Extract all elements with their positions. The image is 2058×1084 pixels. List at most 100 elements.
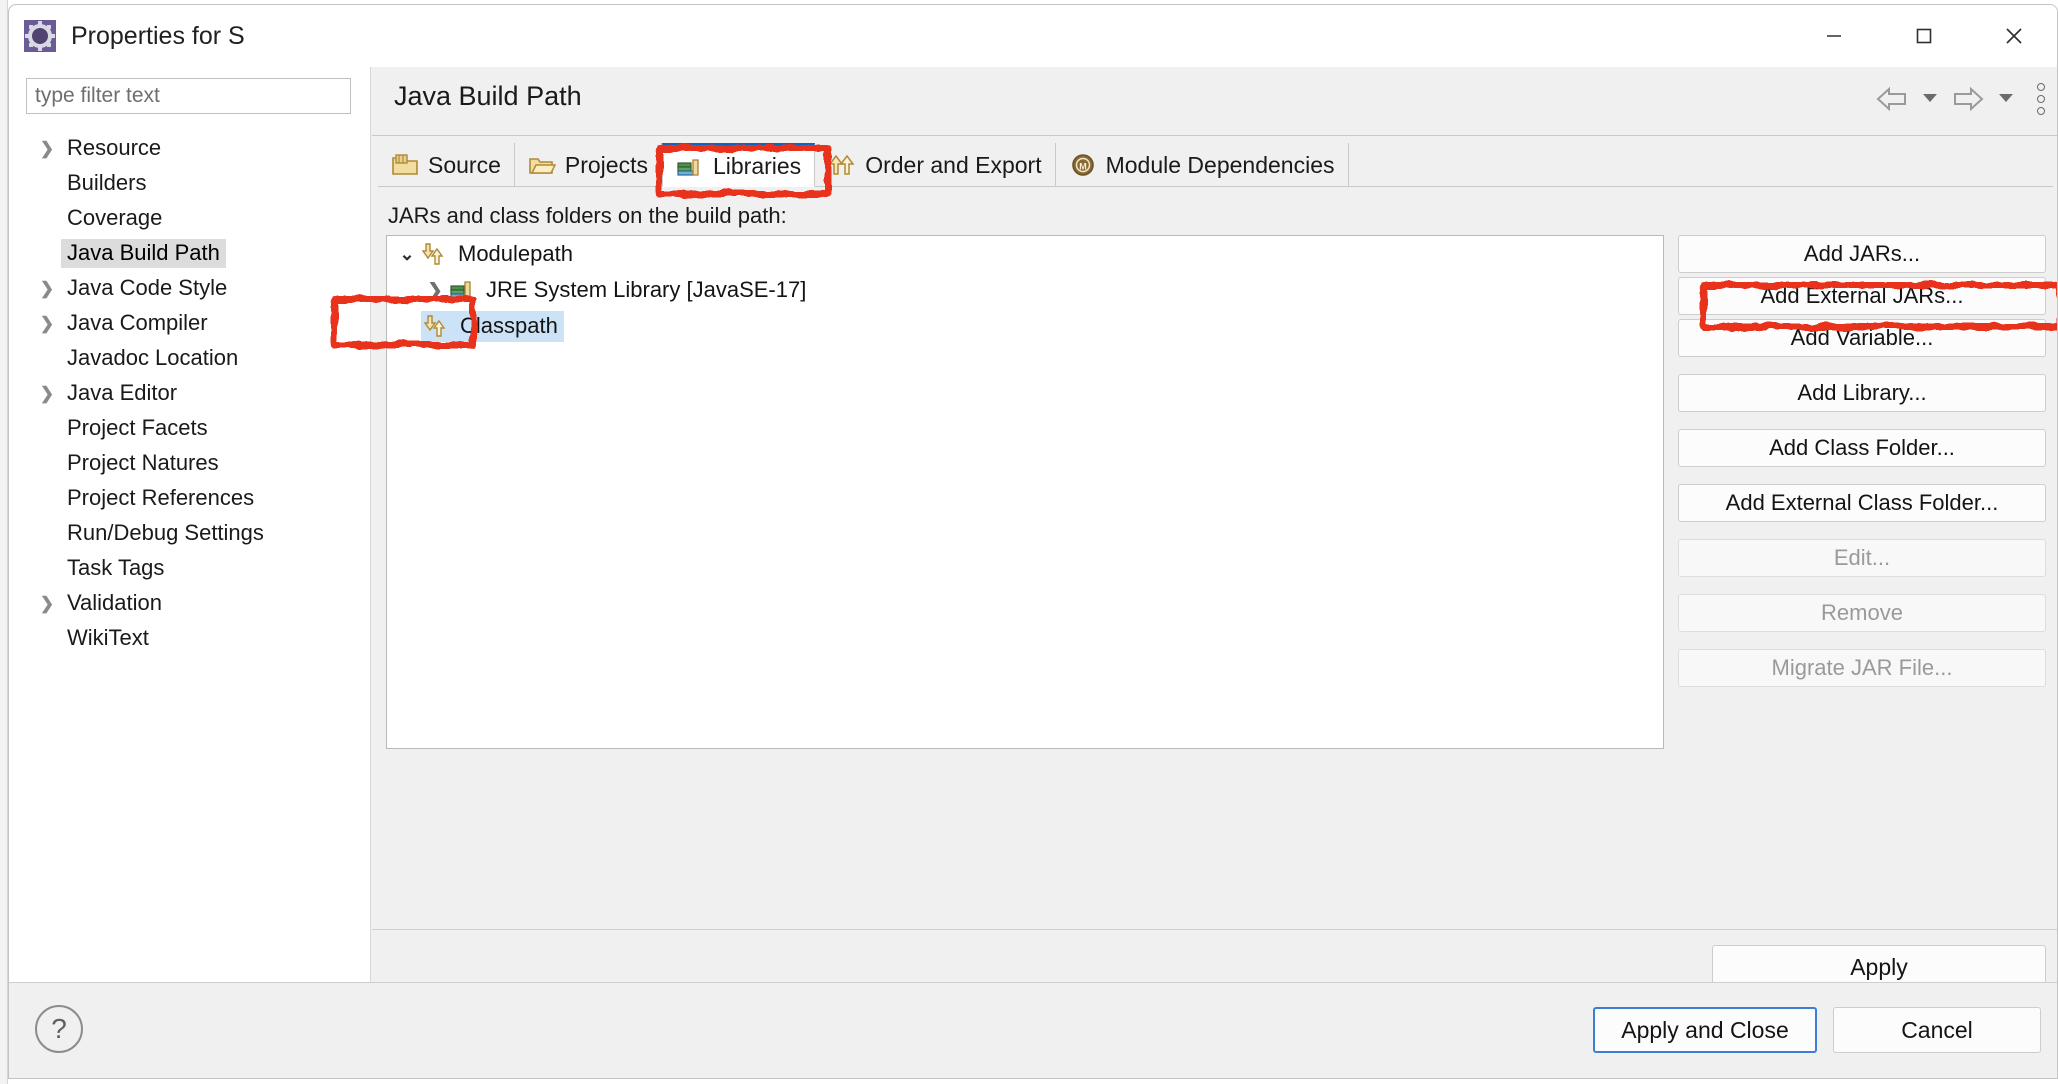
page-title: Java Build Path (394, 81, 582, 111)
add-variable-button[interactable]: Add Variable... (1678, 319, 2046, 357)
sidebar-item-label: Resource (67, 135, 162, 160)
help-icon[interactable]: ? (35, 1005, 83, 1053)
sidebar-item-label: Project Facets (67, 415, 208, 440)
tree-spacer: ❯ (35, 454, 59, 474)
sidebar-item-label: Project Natures (67, 450, 219, 475)
source-folder-icon (391, 152, 419, 178)
tree-spacer: ❯ (35, 209, 59, 229)
list-item-label: Classpath (460, 312, 558, 338)
order-export-arrow-icon (828, 152, 856, 178)
eclipse-properties-icon (23, 19, 57, 53)
chevron-right-icon[interactable]: ❯ (35, 384, 59, 404)
sidebar-item-label: WikiText (67, 625, 149, 650)
chevron-right-icon[interactable]: ❯ (35, 594, 59, 614)
tab-order-and-export[interactable]: Order and Export (815, 143, 1056, 187)
list-item[interactable]: ⌄ Modulepath (387, 236, 1663, 272)
sidebar-item-task-tags[interactable]: ❯ Task Tags (9, 551, 371, 586)
row-content: Modulepath (421, 241, 573, 267)
cancel-button[interactable]: Cancel (1833, 1007, 2041, 1053)
back-button[interactable] (1875, 86, 1909, 112)
modulepath-arrows-icon (421, 241, 447, 267)
sidebar-item-validation[interactable]: ❯ Validation (9, 586, 371, 621)
classpath-arrows-icon (423, 313, 449, 339)
tab-label: Libraries (712, 153, 802, 179)
tab-label: Module Dependencies (1105, 151, 1335, 178)
add-library-button[interactable]: Add Library... (1678, 374, 2046, 412)
sidebar-item-project-natures[interactable]: ❯ Project Natures (9, 446, 371, 481)
list-item-label: Modulepath (458, 241, 573, 266)
close-button[interactable] (1969, 5, 2057, 67)
forward-dropdown-icon[interactable] (1997, 90, 2015, 109)
tab-projects[interactable]: Projects (515, 143, 662, 187)
sidebar-item-label: Validation (67, 590, 162, 615)
tab-label: Projects (564, 151, 648, 178)
edit-button: Edit... (1678, 539, 2046, 577)
properties-dialog: Properties for S ❯ Resource ❯ Builders ❯ Cove… (8, 4, 2058, 1079)
header-divider (372, 135, 2057, 136)
selected-row-content: Classpath (421, 310, 564, 342)
dialog-footer: ? Apply and Close Cancel (9, 982, 2057, 1078)
sidebar-item-wikitext[interactable]: ❯ WikiText (9, 621, 371, 656)
sidebar-item-resource[interactable]: ❯ Resource (9, 131, 371, 166)
chevron-right-icon[interactable]: ❯ (35, 314, 59, 334)
sidebar-item-project-references[interactable]: ❯ Project References (9, 481, 371, 516)
sidebar-item-label: Run/Debug Settings (67, 520, 264, 545)
add-external-jars-button[interactable]: Add External JARs... (1678, 277, 2046, 315)
list-item[interactable]: ❯ JRE System Library [JavaSE-17] (387, 272, 1663, 308)
sidebar-item-java-editor[interactable]: ❯ Java Editor (9, 376, 371, 411)
sidebar-item-label: Task Tags (67, 555, 165, 580)
libraries-books-icon (676, 154, 704, 180)
tree-spacer: ❯ (393, 316, 421, 337)
tab-label: Order and Export (865, 151, 1042, 178)
tree-spacer: ❯ (35, 524, 59, 544)
sidebar-item-label: Builders (67, 170, 147, 195)
navigation-toolbar (1875, 83, 2045, 115)
main-panel: Java Build Path Source Projects Libraries O… (372, 67, 2057, 989)
sidebar-item-coverage[interactable]: ❯ Coverage (9, 201, 371, 236)
tab-source[interactable]: Source (378, 143, 515, 187)
tab-module-dependencies[interactable]: M Module Dependencies (1056, 143, 1349, 187)
tree-spacer: ❯ (35, 489, 59, 509)
minimize-button[interactable] (1789, 5, 1879, 67)
add-jars-button[interactable]: Add JARs... (1678, 235, 2046, 273)
sidebar-item-run-debug-settings[interactable]: ❯ Run/Debug Settings (9, 516, 371, 551)
apply-and-close-button[interactable]: Apply and Close (1593, 1007, 1817, 1053)
remove-button: Remove (1678, 594, 2046, 632)
sidebar-item-builders[interactable]: ❯ Builders (9, 166, 371, 201)
tree-spacer: ❯ (35, 419, 59, 439)
search-input[interactable] (26, 78, 351, 114)
filter-field-wrapper (26, 78, 351, 114)
tree-spacer: ❯ (35, 244, 59, 264)
overflow-menu-icon[interactable] (2037, 83, 2045, 115)
forward-button[interactable] (1951, 86, 1985, 112)
add-class-folder-button[interactable]: Add Class Folder... (1678, 429, 2046, 467)
back-dropdown-icon[interactable] (1921, 90, 1939, 109)
sidebar-item-label: Java Compiler (67, 310, 208, 335)
sidebar-item-javadoc-location[interactable]: ❯ Javadoc Location (9, 341, 371, 376)
sidebar-item-label: Java Editor (67, 380, 178, 405)
tab-label: Source (428, 151, 501, 178)
module-m-icon: M (1069, 152, 1097, 178)
sidebar-item-java-build-path[interactable]: ❯Java Build Path (9, 236, 371, 271)
list-item[interactable]: ❯ Classpath (387, 308, 1663, 344)
tree-spacer: ❯ (35, 349, 59, 369)
sidebar-item-label: Java Code Style (67, 275, 228, 300)
maximize-button[interactable] (1879, 5, 1969, 67)
tabs-underline (378, 186, 2053, 187)
tab-libraries[interactable]: Libraries (661, 143, 816, 187)
chevron-down-icon[interactable]: ⌄ (393, 244, 421, 265)
library-books-icon (449, 277, 475, 303)
chevron-right-icon[interactable]: ❯ (35, 139, 59, 159)
chevron-right-icon[interactable]: ❯ (35, 279, 59, 299)
tree-spacer: ❯ (35, 629, 59, 649)
sidebar-item-project-facets[interactable]: ❯ Project Facets (9, 411, 371, 446)
chevron-right-icon[interactable]: ❯ (421, 280, 449, 301)
sidebar-item-java-compiler[interactable]: ❯ Java Compiler (9, 306, 371, 341)
list-item-label: JRE System Library [JavaSE-17] (486, 277, 807, 302)
projects-folder-icon (528, 152, 556, 178)
sidebar-item-java-code-style[interactable]: ❯ Java Code Style (9, 271, 371, 306)
sidebar-item-label: Javadoc Location (67, 345, 239, 370)
tree-spacer: ❯ (35, 174, 59, 194)
add-external-class-folder-button[interactable]: Add External Class Folder... (1678, 484, 2046, 522)
build-path-list[interactable]: ⌄ Modulepath ❯ JRE System Library [JavaSE-1… (386, 235, 1664, 749)
